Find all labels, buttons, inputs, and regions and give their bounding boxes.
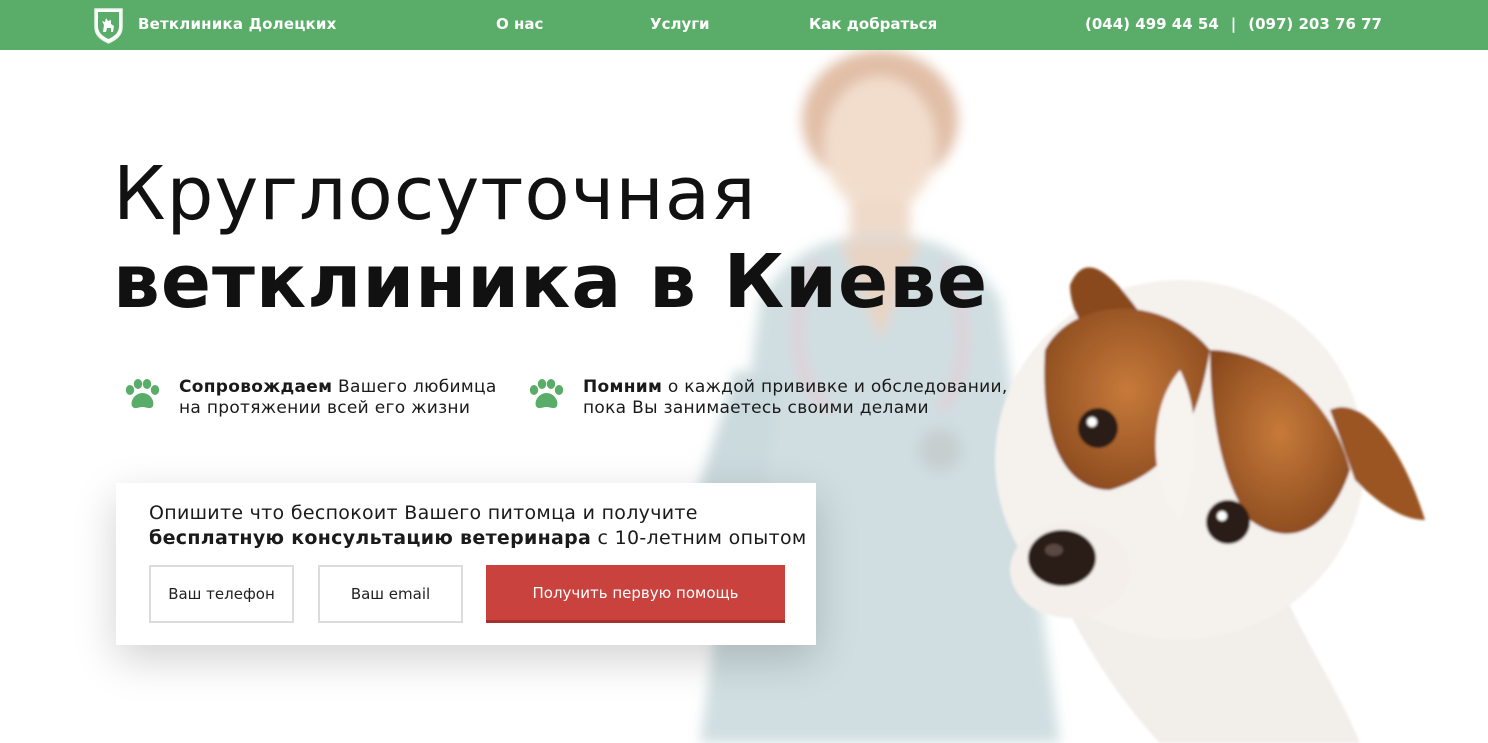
headline-line-1: Круглосуточная [113, 151, 757, 237]
paw-icon [125, 379, 160, 409]
phone-number-2[interactable]: (097) 203 76 77 [1248, 15, 1382, 33]
feature-lifetime-support: Сопровождаем Вашего любимца на протяжени… [122, 377, 497, 419]
nav-link-services[interactable]: Услуги [650, 15, 710, 33]
feature-bold: Сопровождаем [179, 377, 333, 397]
phone-numbers: (044) 499 44 54 | (097) 203 76 77 [1085, 15, 1382, 33]
nav-link-directions[interactable]: Как добраться [809, 15, 937, 33]
feature-rest: Вашего любимца [332, 377, 497, 397]
hero-headline: Круглосуточная ветклиника в Киеве [113, 150, 988, 326]
shield-deer-logo-icon[interactable] [93, 7, 124, 44]
feature-bold: Помним [583, 377, 663, 397]
get-first-aid-button[interactable]: Получить первую помощь [486, 565, 785, 623]
headline-location: в Киеве [622, 239, 989, 325]
feature-rest: о каждой прививке и обследовании, [662, 377, 1008, 397]
feature-text: Помним о каждой прививке и обследовании,… [583, 377, 1008, 419]
feature-vaccination-reminder: Помним о каждой прививке и обследовании,… [526, 377, 1008, 419]
feature-line-2: на протяжении всей его жизни [179, 398, 471, 418]
phone-separator: | [1230, 15, 1237, 33]
headline-bold-word: ветклиника [113, 239, 623, 325]
form-lead-rest: с 10-летним опытом [591, 527, 807, 549]
top-navigation-bar: Ветклиника Долецких О нас Услуги Как доб… [0, 0, 1488, 50]
phone-number-1[interactable]: (044) 499 44 54 [1085, 15, 1219, 33]
feature-text: Сопровождаем Вашего любимца на протяжени… [179, 377, 497, 419]
form-lead-bold: бесплатную консультацию ветеринара [149, 527, 592, 549]
brand-name[interactable]: Ветклиника Долецких [138, 15, 337, 33]
email-input[interactable] [318, 565, 463, 623]
consultation-form: Опишите что беспокоит Вашего питомца и п… [116, 483, 816, 645]
nav-link-about[interactable]: О нас [496, 15, 543, 33]
feature-line-2: пока Вы занимаетесь своими делами [583, 398, 929, 418]
form-lead-line-1: Опишите что беспокоит Вашего питомца и п… [149, 502, 698, 524]
form-lead-text: Опишите что беспокоит Вашего питомца и п… [149, 501, 807, 551]
paw-icon [529, 379, 564, 409]
phone-input[interactable] [149, 565, 294, 623]
headline-line-2: ветклиника в Киеве [113, 238, 988, 326]
